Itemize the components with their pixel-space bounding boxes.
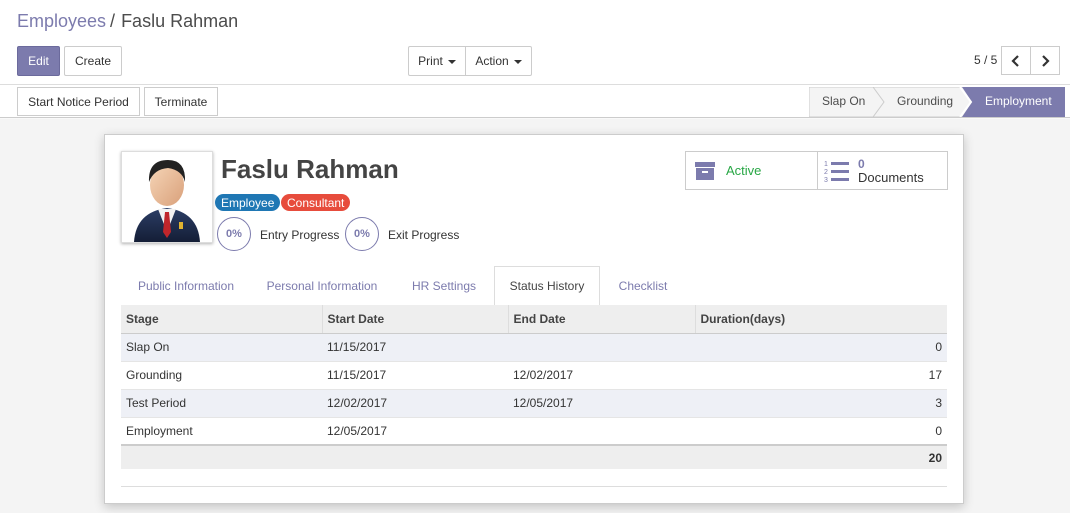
pager-value[interactable]: 5 / 5 xyxy=(974,53,997,67)
exit-progress-label: Exit Progress xyxy=(388,228,460,242)
cell-start-date: 12/02/2017 xyxy=(327,396,388,410)
column-header-duration[interactable]: Duration(days) xyxy=(695,305,947,334)
documents-label: Documents xyxy=(858,169,924,185)
table-row[interactable]: Slap On 11/15/2017 0 xyxy=(121,333,947,361)
form-sheet: Faslu Rahman Employee Consultant 0% Entr… xyxy=(104,134,964,504)
table-bottom-divider xyxy=(121,486,947,487)
breadcrumb-employees-link[interactable]: Employees xyxy=(17,11,106,31)
tab-public-information[interactable]: Public Information xyxy=(121,266,251,306)
svg-text:3: 3 xyxy=(824,177,828,183)
caret-down-icon xyxy=(513,60,522,64)
cell-start-date: 11/15/2017 xyxy=(327,368,387,382)
cell-duration: 0 xyxy=(935,340,942,354)
employee-avatar[interactable] xyxy=(121,151,213,243)
print-dropdown-button[interactable]: Print xyxy=(408,46,466,76)
cell-stage: Employment xyxy=(126,423,193,438)
active-toggle-button[interactable]: Active xyxy=(686,152,818,189)
cell-end-date xyxy=(508,417,695,445)
caret-down-icon xyxy=(447,60,456,64)
breadcrumb-separator: / xyxy=(110,11,116,31)
form-statusbar: Start Notice Period Terminate Slap On Gr… xyxy=(0,85,1070,118)
column-header-start-date[interactable]: Start Date xyxy=(322,305,509,334)
cell-end-date: 12/05/2017 xyxy=(513,396,574,410)
table-footer-row: 20 xyxy=(121,445,947,469)
employee-name: Faslu Rahman xyxy=(221,154,399,184)
status-history-table: Stage Start Date End Date Duration(days)… xyxy=(121,305,947,469)
terminate-button[interactable]: Terminate xyxy=(144,87,218,116)
tab-hr-settings[interactable]: HR Settings xyxy=(397,266,491,306)
cell-start-date: 12/05/2017 xyxy=(327,423,388,438)
column-header-stage[interactable]: Stage xyxy=(121,305,323,334)
notebook-tabs: Public Information Personal Information … xyxy=(121,266,947,306)
action-dropdown-button[interactable]: Action xyxy=(465,46,532,76)
edit-button[interactable]: Edit xyxy=(17,46,60,76)
archive-box-icon xyxy=(695,161,715,180)
cell-duration: 17 xyxy=(928,368,942,382)
tab-personal-information[interactable]: Personal Information xyxy=(255,266,389,306)
duration-total: 20 xyxy=(928,450,942,465)
stage-slap-on[interactable]: Slap On xyxy=(822,94,865,108)
avatar-businessman-image xyxy=(134,160,200,242)
entry-progress-label: Entry Progress xyxy=(260,228,340,242)
smart-button-box: Active 1 2 3 0 Documents xyxy=(685,151,948,190)
chevron-left-icon xyxy=(1011,54,1019,67)
table-header-row: Stage Start Date End Date Duration(days) xyxy=(121,305,947,334)
ordered-list-icon: 1 2 3 xyxy=(824,161,849,183)
column-header-end-date[interactable]: End Date xyxy=(508,305,696,334)
pager-next-button[interactable] xyxy=(1030,46,1060,75)
active-status-label: Active xyxy=(726,163,762,178)
cell-stage: Grounding xyxy=(126,368,183,382)
svg-text:2: 2 xyxy=(824,169,828,176)
chevron-right-icon xyxy=(1042,54,1050,67)
pager-previous-button[interactable] xyxy=(1001,46,1031,75)
documents-button[interactable]: 1 2 3 0 Documents xyxy=(818,152,947,189)
stage-grounding[interactable]: Grounding xyxy=(897,94,953,108)
cell-stage: Slap On xyxy=(126,340,170,354)
cell-duration: 3 xyxy=(935,396,942,410)
action-label: Action xyxy=(475,54,509,68)
svg-text:1: 1 xyxy=(824,161,828,168)
exit-progress-gauge: 0% xyxy=(345,217,379,251)
tab-status-history[interactable]: Status History xyxy=(494,266,600,306)
cell-end-date: 12/02/2017 xyxy=(513,368,574,382)
start-notice-period-button[interactable]: Start Notice Period xyxy=(17,87,140,116)
tag-consultant[interactable]: Consultant xyxy=(281,194,351,211)
print-label: Print xyxy=(418,54,443,68)
table-row[interactable]: Test Period 12/02/2017 12/05/2017 3 xyxy=(121,389,947,417)
tag-employee[interactable]: Employee xyxy=(215,194,281,211)
cell-start-date: 11/15/2017 xyxy=(327,340,387,354)
table-row[interactable]: Employment 12/05/2017 0 xyxy=(121,417,947,445)
tab-checklist[interactable]: Checklist xyxy=(607,266,679,306)
cell-duration: 0 xyxy=(935,423,942,438)
table-row[interactable]: Grounding 11/15/2017 12/02/2017 17 xyxy=(121,361,947,389)
create-button[interactable]: Create xyxy=(64,46,122,76)
stage-employment[interactable]: Employment xyxy=(985,94,1052,108)
cell-end-date xyxy=(508,333,695,361)
entry-progress-gauge: 0% xyxy=(217,217,251,251)
cell-stage: Test Period xyxy=(126,396,187,410)
breadcrumb: Employees / Faslu Rahman xyxy=(17,11,238,32)
breadcrumb-current: Faslu Rahman xyxy=(121,11,239,31)
control-panel: Employees / Faslu Rahman Edit Create Print… xyxy=(0,0,1070,85)
documents-count: 0 xyxy=(858,156,865,171)
